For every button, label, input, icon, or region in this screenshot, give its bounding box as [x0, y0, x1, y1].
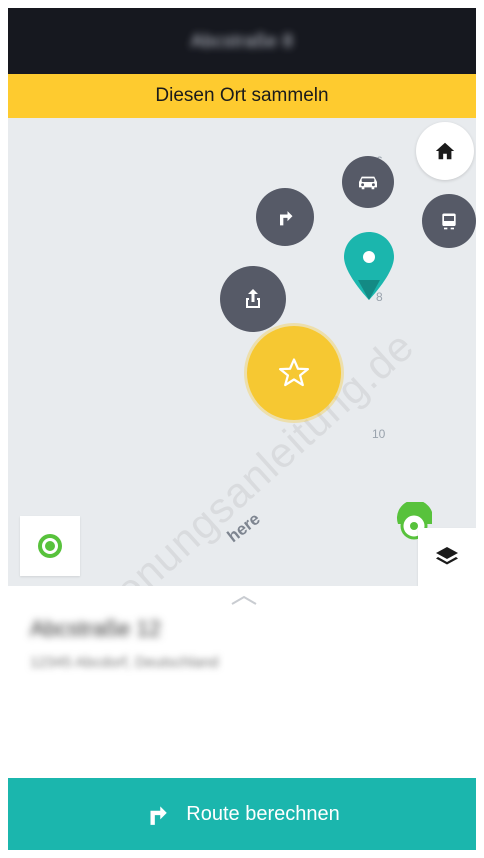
car-button[interactable] [342, 156, 394, 208]
collect-place-banner[interactable]: Diesen Ort sammeln [8, 74, 476, 118]
directions-button[interactable] [256, 188, 314, 246]
map-view[interactable]: 6 8 10 Bedienungsanleitung.de [8, 118, 476, 586]
map-label-10: 10 [372, 427, 386, 441]
share-button[interactable] [220, 266, 286, 332]
directions-icon [280, 211, 293, 226]
transit-button[interactable] [422, 194, 476, 248]
route-button-label: Route berechnen [186, 802, 340, 825]
share-icon [246, 289, 260, 308]
location-pin[interactable] [342, 230, 396, 302]
favorite-star-button[interactable] [247, 326, 341, 420]
watermark: Bedienungsanleitung.de [40, 321, 423, 586]
layers-button[interactable] [418, 528, 476, 586]
home-icon [435, 142, 455, 160]
directions-icon [150, 806, 168, 825]
transit-icon [442, 213, 456, 230]
home-button[interactable] [416, 122, 474, 180]
place-details-sheet[interactable]: Abcstraße 12 12345 Abcdorf, Deutschland [8, 586, 476, 778]
star-icon [278, 358, 310, 387]
layers-icon [436, 547, 458, 565]
my-location-icon [38, 534, 62, 558]
top-bar: Abcstraße 8 [8, 8, 476, 74]
place-address: 12345 Abcdorf, Deutschland [30, 654, 219, 671]
route-button[interactable]: Route berechnen [8, 778, 476, 850]
my-location-button[interactable] [20, 516, 80, 576]
place-name: Abcstraße 12 [30, 616, 161, 641]
header-title: Abcstraße 8 [190, 30, 294, 51]
chevron-up-icon[interactable] [229, 594, 259, 606]
banner-label: Diesen Ort sammeln [155, 85, 329, 106]
car-icon [359, 176, 377, 190]
